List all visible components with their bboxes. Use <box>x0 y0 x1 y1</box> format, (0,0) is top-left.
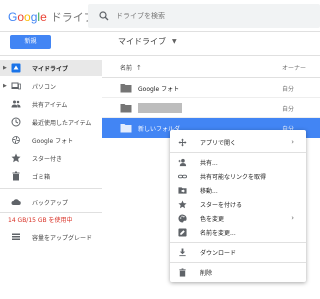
drive-icon <box>11 63 21 73</box>
google-drive-logo[interactable]: Google ドライブ <box>8 9 95 25</box>
new-button[interactable]: 新規 <box>10 35 51 49</box>
logo-letter: e <box>40 10 47 24</box>
column-header-name-label: 名前 <box>120 65 133 72</box>
expand-arrow-icon[interactable]: ▶ <box>3 65 7 71</box>
search-bar[interactable] <box>88 4 320 28</box>
storage-icon <box>11 232 21 242</box>
menu-item-label: 移動... <box>200 187 218 195</box>
logo-letter: o <box>24 10 31 24</box>
menu-item-share[interactable]: 共有... <box>170 156 306 168</box>
logo-letter: G <box>8 10 18 24</box>
folder-icon <box>120 103 132 113</box>
menu-item-rename[interactable]: 名前を変更... <box>170 226 306 238</box>
sidebar-item-label: スター付き <box>32 155 63 163</box>
menu-item-label: 名前を変更... <box>200 229 236 237</box>
menu-item-label: 共有可能なリンクを取得 <box>200 173 267 181</box>
star-icon <box>11 153 21 163</box>
expand-arrow-icon[interactable]: ▶ <box>3 83 7 89</box>
folder-icon <box>120 83 132 93</box>
menu-item-label: 削除 <box>200 269 213 277</box>
star-icon <box>178 199 187 209</box>
menu-item-move[interactable]: 移動... <box>170 184 306 196</box>
storage-usage-text: 14 GB/15 GB を使用中 <box>8 217 73 224</box>
sidebar-item-computers[interactable]: ▶ パソコン <box>0 78 102 94</box>
file-owner: 自分 <box>282 106 295 113</box>
edit-icon <box>178 227 187 237</box>
chevron-down-icon[interactable]: ▼ <box>172 38 177 45</box>
sidebar-item-google-photos[interactable]: Google フォト <box>0 132 102 148</box>
clock-icon <box>11 117 21 127</box>
menu-item-label: 色を変更 <box>200 215 225 223</box>
download-icon <box>178 247 187 257</box>
sidebar: ▶ マイドライブ ▶ パソコン 共有アイテム 最近使用したアイテム Google… <box>0 56 102 299</box>
move-folder-icon <box>178 186 187 195</box>
redacted-file-name <box>138 103 182 113</box>
divider <box>0 188 102 189</box>
menu-item-open-with[interactable]: アプリで開く › <box>170 136 306 148</box>
breadcrumb-current[interactable]: マイドライブ <box>118 36 166 47</box>
sidebar-item-label: パソコン <box>32 83 57 91</box>
person-add-icon <box>178 158 187 167</box>
link-icon <box>178 172 187 181</box>
divider <box>0 212 102 213</box>
sidebar-item-trash[interactable]: ゴミ箱 <box>0 168 102 184</box>
search-icon[interactable] <box>97 9 111 23</box>
menu-item-label: アプリで開く <box>200 139 237 147</box>
column-header-name[interactable]: 名前 ↑ <box>120 63 142 72</box>
trash-icon <box>11 171 21 181</box>
menu-item-get-link[interactable]: 共有可能なリンクを取得 <box>170 170 306 182</box>
chevron-right-icon: › <box>291 214 294 222</box>
cloud-icon <box>11 197 21 207</box>
sidebar-item-shared[interactable]: 共有アイテム <box>0 96 102 112</box>
open-with-icon <box>178 137 187 147</box>
folder-icon <box>120 123 132 133</box>
upgrade-storage-link[interactable]: 容量をアップグレード <box>8 229 102 245</box>
file-owner: 自分 <box>282 86 295 93</box>
list-item[interactable]: 自分 <box>102 98 320 118</box>
menu-item-label: スターを付ける <box>200 201 243 209</box>
sidebar-item-label: ゴミ箱 <box>32 173 51 181</box>
menu-item-label: 共有... <box>200 159 218 167</box>
palette-icon <box>178 213 187 223</box>
sidebar-item-backup[interactable]: バックアップ <box>0 194 102 210</box>
sidebar-item-label: 最近使用したアイテム <box>32 119 92 127</box>
menu-item-add-star[interactable]: スターを付ける <box>170 198 306 210</box>
menu-item-delete[interactable]: 削除 <box>170 266 306 278</box>
sidebar-item-recent[interactable]: 最近使用したアイテム <box>0 114 102 130</box>
sidebar-item-label: 共有アイテム <box>32 101 68 109</box>
menu-item-label: ダウンロード <box>200 249 237 257</box>
menu-item-download[interactable]: ダウンロード <box>170 246 306 258</box>
column-header-owner[interactable]: オーナー <box>282 63 306 72</box>
sidebar-item-my-drive[interactable]: ▶ マイドライブ <box>0 60 102 76</box>
computer-icon <box>11 81 21 91</box>
chevron-right-icon: › <box>291 138 294 146</box>
context-menu: アプリで開く › 共有... 共有可能なリンクを取得 移動... スターを付ける… <box>170 130 306 282</box>
list-header: 名前 ↑ オーナー <box>102 56 320 78</box>
sidebar-item-label: マイドライブ <box>32 65 69 73</box>
header: Google ドライブ <box>0 0 320 32</box>
divider <box>170 152 306 153</box>
pinwheel-icon <box>11 135 21 145</box>
sidebar-item-label: Google フォト <box>32 137 74 145</box>
sidebar-item-starred[interactable]: スター付き <box>0 150 102 166</box>
upgrade-storage-label: 容量をアップグレード <box>32 234 93 242</box>
trash-icon <box>178 267 187 277</box>
file-name: Google フォト <box>138 86 180 93</box>
menu-item-change-color[interactable]: 色を変更 › <box>170 212 306 224</box>
sort-arrow-icon[interactable]: ↑ <box>136 64 142 72</box>
divider <box>170 242 306 243</box>
search-input[interactable] <box>116 8 316 24</box>
list-item[interactable]: Google フォト 自分 <box>102 78 320 98</box>
breadcrumb[interactable]: マイドライブ ▼ <box>118 31 177 51</box>
sidebar-item-label: バックアップ <box>32 199 69 207</box>
people-icon <box>11 99 21 109</box>
divider <box>170 262 306 263</box>
